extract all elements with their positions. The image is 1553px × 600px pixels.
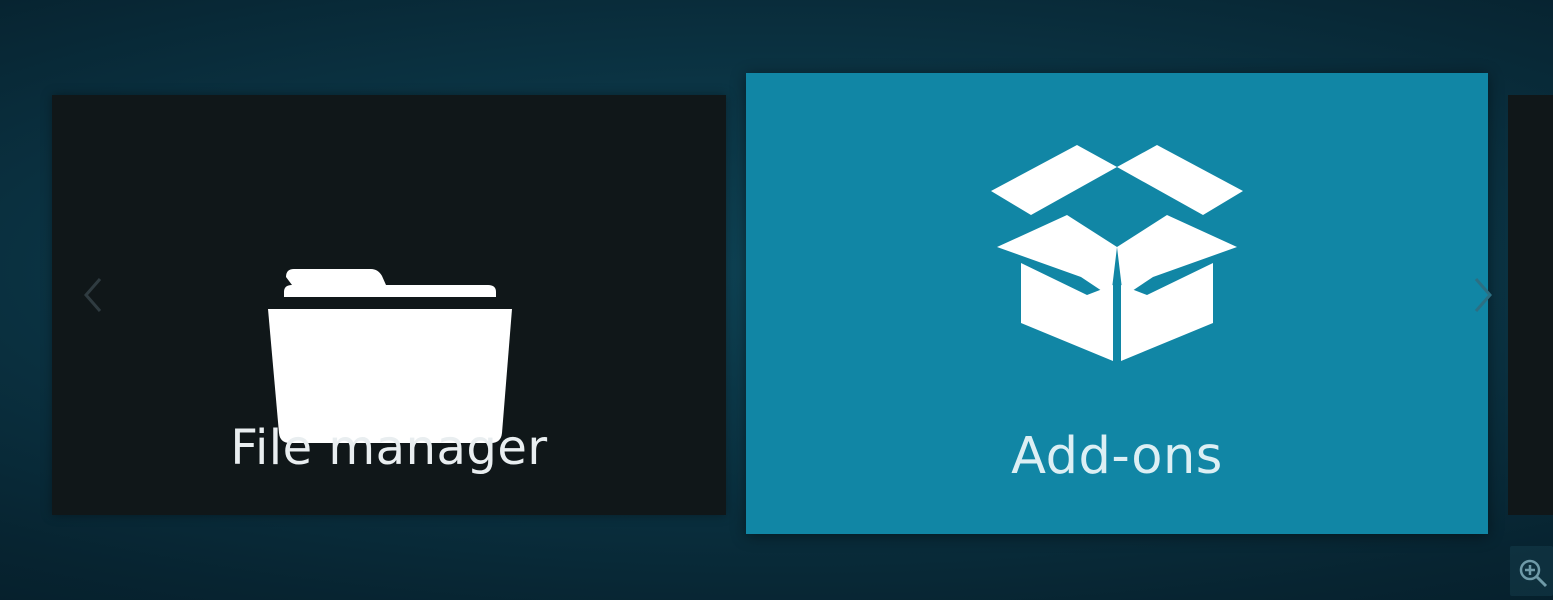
- box-icon: [991, 145, 1243, 361]
- tile-label-add-ons: Add-ons: [1011, 427, 1223, 486]
- chevron-right-icon[interactable]: [1472, 275, 1496, 315]
- zoom-in-icon: [1519, 559, 1548, 588]
- tile-add-ons[interactable]: Add-ons: [746, 73, 1488, 534]
- tile-label-file-manager: File manager: [230, 420, 548, 476]
- zoom-button[interactable]: [1510, 546, 1553, 596]
- tile-next-partial[interactable]: [1508, 95, 1553, 515]
- tile-file-manager[interactable]: File manager: [52, 95, 726, 515]
- chevron-left-icon[interactable]: [80, 275, 104, 315]
